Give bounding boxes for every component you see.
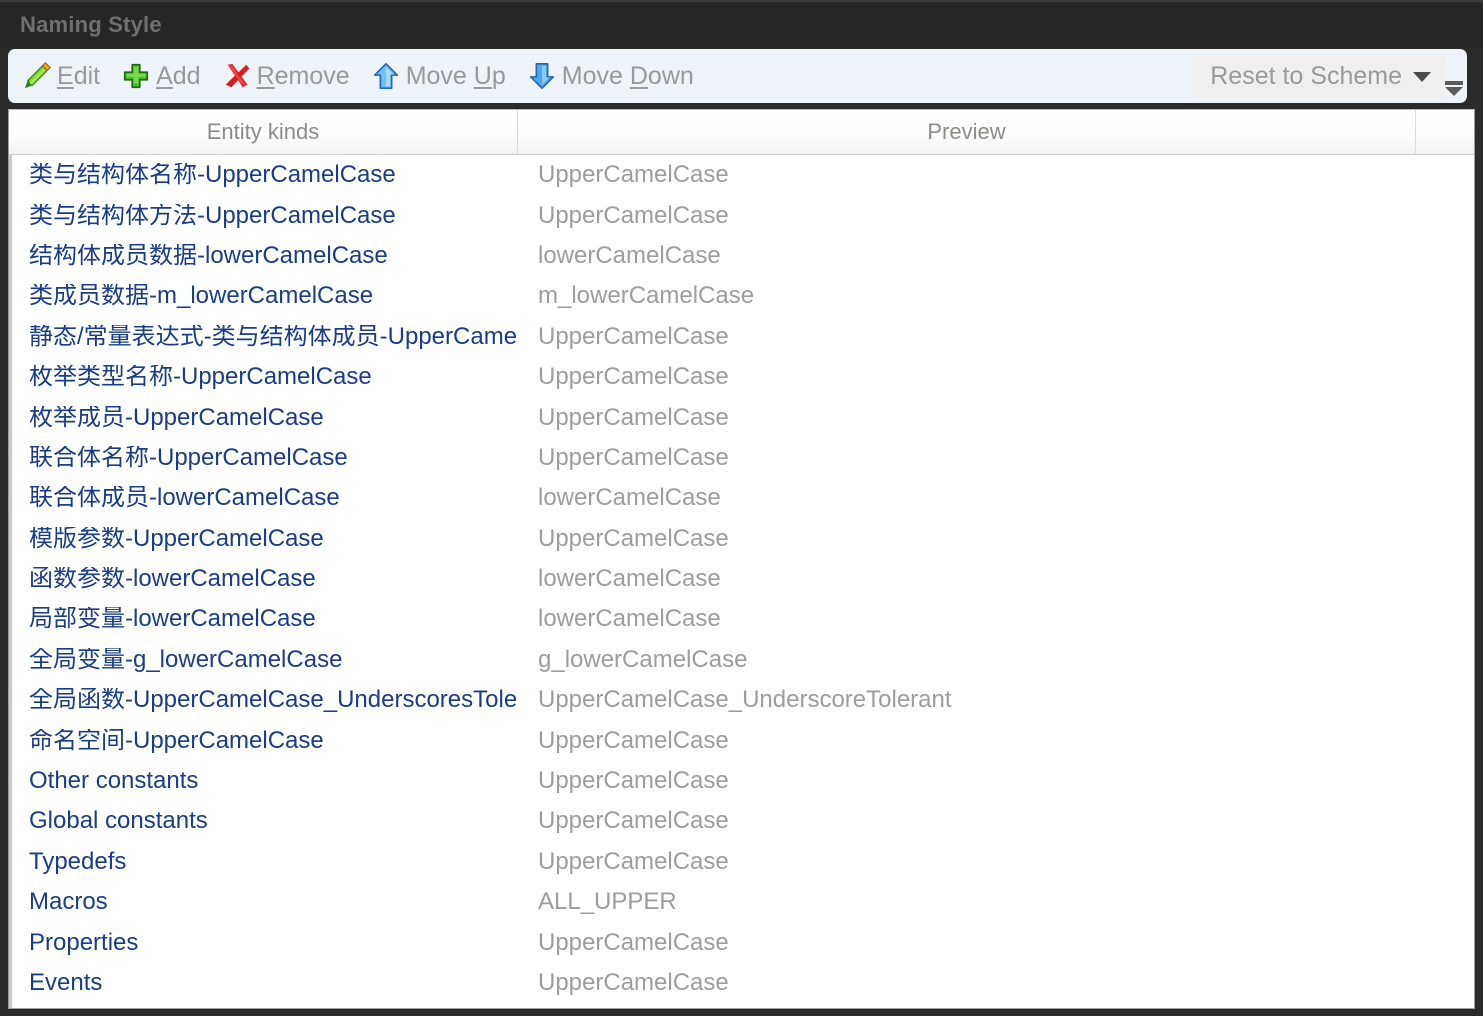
naming-style-table: Entity kinds Preview 类与结构体名称-UpperCamelC… (8, 109, 1475, 1009)
cell-preview: UpperCamelCase (538, 971, 729, 995)
table-row[interactable]: 类成员数据-m_lowerCamelCase m_lowerCamelCase (9, 276, 1474, 316)
cell-entity-kind: 类与结构体名称-UpperCamelCase (29, 163, 396, 188)
table-row[interactable]: Typedefs UpperCamelCase (9, 842, 1474, 882)
cell-entity-kind: 全局变量-g_lowerCamelCase (29, 647, 343, 672)
page-title: Naming Style (20, 12, 162, 37)
reset-to-scheme-label: Reset to Scheme (1210, 62, 1402, 90)
cell-preview: UpperCamelCase (538, 445, 729, 470)
table-row[interactable]: 局部变量-lowerCamelCase lowerCamelCase (9, 599, 1474, 639)
column-header-entity-kinds[interactable]: Entity kinds (9, 110, 518, 154)
move-up-button[interactable]: Move Up (369, 56, 515, 96)
column-header-preview[interactable]: Preview (518, 110, 1416, 154)
cell-entity-kind: 命名空间-UpperCamelCase (29, 728, 324, 753)
cell-entity-kind: 联合体名称-UpperCamelCase (29, 445, 348, 470)
cell-preview: UpperCamelCase_UnderscoreTolerant (538, 688, 952, 713)
cell-entity-kind: 类成员数据-m_lowerCamelCase (29, 284, 374, 309)
cell-entity-kind: 枚举成员-UpperCamelCase (29, 405, 324, 430)
cell-entity-kind: Global constants (29, 809, 208, 834)
add-button-label: Add (156, 61, 201, 90)
table-body: 类与结构体名称-UpperCamelCase UpperCamelCase 类与结构… (9, 155, 1474, 1008)
naming-style-window: Naming Style Edit Add Remove Move Up Mov… (0, 0, 1483, 1016)
cell-entity-kind: Macros (29, 890, 108, 915)
cell-entity-kind: 静态/常量表达式-类与结构体成员-UpperCamelCase (29, 324, 518, 349)
move-up-button-label: Move Up (405, 61, 506, 90)
table-row[interactable]: 静态/常量表达式-类与结构体成员-UpperCamelCase UpperCame… (9, 317, 1474, 357)
table-row[interactable]: Macros ALL_UPPER (9, 882, 1474, 922)
cell-entity-kind: Events (29, 971, 103, 995)
table-row[interactable]: 全局函数-UpperCamelCase_UnderscoresTolerant U… (9, 680, 1474, 720)
reset-to-scheme-button[interactable]: Reset to Scheme (1193, 56, 1445, 97)
add-button[interactable]: Add (119, 56, 210, 96)
toolbar-overflow-icon[interactable] (1444, 81, 1464, 103)
cell-entity-kind: 类与结构体方法-UpperCamelCase (29, 203, 396, 228)
cell-entity-kind: Typedefs (29, 849, 127, 874)
plus-icon (124, 63, 149, 89)
table-row[interactable]: 模版参数-UpperCamelCase UpperCamelCase (9, 519, 1474, 559)
cell-preview: UpperCamelCase (538, 365, 729, 390)
table-row[interactable]: 命名空间-UpperCamelCase UpperCamelCase (9, 720, 1474, 760)
cell-preview: UpperCamelCase (538, 930, 729, 955)
table-row[interactable]: 枚举类型名称-UpperCamelCase UpperCamelCase (9, 357, 1474, 397)
table-left-edge (9, 155, 12, 1008)
remove-button-label: Remove (256, 61, 350, 90)
cell-entity-kind: 局部变量-lowerCamelCase (29, 607, 316, 632)
cell-preview: lowerCamelCase (538, 243, 721, 268)
cell-preview: UpperCamelCase (538, 324, 729, 349)
table-row[interactable]: 联合体成员-lowerCamelCase lowerCamelCase (9, 478, 1474, 518)
table-row[interactable]: 全局变量-g_lowerCamelCase g_lowerCamelCase (9, 640, 1474, 680)
table-row[interactable]: 类与结构体名称-UpperCamelCase UpperCamelCase (9, 155, 1474, 195)
edit-button-label: Edit (57, 61, 101, 90)
cell-entity-kind: 模版参数-UpperCamelCase (29, 526, 324, 551)
edit-button[interactable]: Edit (20, 56, 109, 96)
table-row[interactable]: 函数参数-lowerCamelCase lowerCamelCase (9, 559, 1474, 599)
chevron-down-icon (1413, 71, 1431, 82)
cell-preview: UpperCamelCase (538, 849, 729, 874)
arrow-up-icon (373, 62, 398, 90)
move-down-button-label: Move Down (561, 61, 694, 90)
cell-preview: lowerCamelCase (538, 567, 721, 592)
table-row[interactable]: Other constants UpperCamelCase (9, 761, 1474, 801)
cell-entity-kind: 枚举类型名称-UpperCamelCase (29, 365, 372, 390)
cell-preview: lowerCamelCase (538, 607, 721, 632)
column-header-extra[interactable] (1416, 110, 1474, 154)
cell-preview: lowerCamelCase (538, 486, 721, 511)
cell-preview: UpperCamelCase (538, 203, 729, 228)
cell-preview: UpperCamelCase (538, 809, 729, 834)
table-row[interactable]: 枚举成员-UpperCamelCase UpperCamelCase (9, 397, 1474, 437)
cell-preview: UpperCamelCase (538, 728, 729, 753)
toolbar: Edit Add Remove Move Up Move Down Reset … (8, 49, 1467, 103)
red-x-icon (225, 63, 249, 88)
remove-button[interactable]: Remove (220, 56, 359, 96)
cell-entity-kind: Other constants (29, 769, 199, 794)
cell-preview: UpperCamelCase (538, 769, 729, 794)
table-header: Entity kinds Preview (9, 110, 1474, 155)
cell-entity-kind: 结构体成员数据-lowerCamelCase (29, 243, 388, 268)
table-row[interactable]: 类与结构体方法-UpperCamelCase UpperCamelCase (9, 195, 1474, 235)
table-row[interactable]: Properties UpperCamelCase (9, 922, 1474, 962)
table-row[interactable]: Events UpperCamelCase (9, 963, 1474, 1003)
arrow-down-icon (529, 62, 554, 90)
cell-entity-kind: 联合体成员-lowerCamelCase (29, 486, 340, 511)
table-row[interactable]: Global constants UpperCamelCase (9, 801, 1474, 841)
cell-preview: UpperCamelCase (538, 163, 729, 188)
cell-entity-kind: 全局函数-UpperCamelCase_UnderscoresTolerant (29, 688, 518, 713)
cell-preview: g_lowerCamelCase (538, 647, 748, 672)
table-row[interactable]: 结构体成员数据-lowerCamelCase lowerCamelCase (9, 236, 1474, 276)
cell-preview: m_lowerCamelCase (538, 284, 755, 309)
toolbar-items: Edit Add Remove Move Up Move Down (8, 49, 713, 103)
cell-preview: UpperCamelCase (538, 405, 729, 430)
cell-preview: UpperCamelCase (538, 526, 729, 551)
cell-entity-kind: Properties (29, 930, 139, 955)
cell-preview: ALL_UPPER (538, 890, 677, 915)
move-down-button[interactable]: Move Down (525, 56, 703, 96)
title-bar: Naming Style (0, 0, 1483, 47)
cell-entity-kind: 函数参数-lowerCamelCase (29, 567, 316, 592)
pencil-icon (24, 62, 51, 89)
table-row[interactable]: 联合体名称-UpperCamelCase UpperCamelCase (9, 438, 1474, 478)
